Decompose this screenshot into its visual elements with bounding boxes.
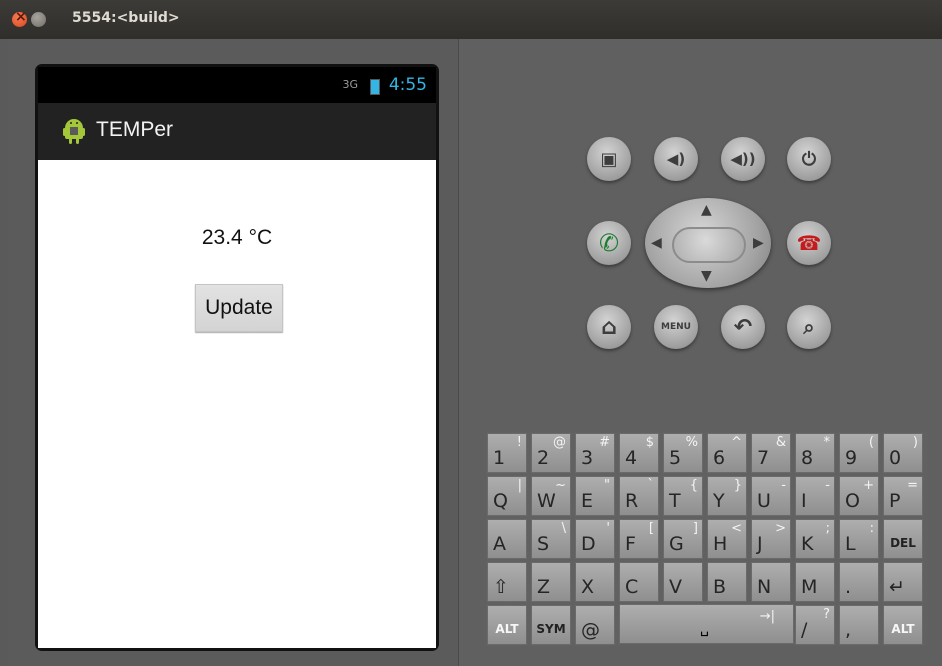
controls-panel: ▣ ◀) ◀)) ⏻ ✆ ▲ ▼ ◀ ▶ ☎ ⌂ MENU ↶ ⌕ 1! 2 @ … bbox=[459, 39, 942, 666]
temperature-value: 23.4 °C bbox=[201, 226, 273, 249]
key[interactable]: R ` bbox=[619, 476, 659, 516]
key[interactable]: W ~ bbox=[531, 476, 571, 516]
update-button[interactable]: Update bbox=[195, 284, 283, 332]
dpad-up-icon[interactable]: ▲ bbox=[701, 202, 712, 218]
dpad-right-icon[interactable]: ▶ bbox=[753, 235, 764, 251]
key[interactable]: U- bbox=[751, 476, 791, 516]
search-button[interactable]: ⌕ bbox=[787, 305, 831, 349]
key[interactable]: 6 ^ bbox=[707, 433, 747, 473]
minimize-window-button[interactable] bbox=[31, 12, 46, 27]
close-window-button[interactable] bbox=[12, 9, 27, 27]
volume-up-button[interactable]: ◀)) bbox=[721, 137, 765, 181]
key[interactable]: 3 # bbox=[575, 433, 615, 473]
back-icon: ↶ bbox=[733, 314, 753, 340]
app-content: 23.4 °C Update bbox=[38, 160, 436, 648]
key[interactable]: 7 & bbox=[751, 433, 791, 473]
home-icon: ⌂ bbox=[601, 314, 617, 340]
signal-icon: 3G bbox=[342, 78, 358, 91]
power-button[interactable]: ⏻ bbox=[787, 137, 831, 181]
app-title: TEMPer bbox=[96, 118, 174, 141]
key[interactable]: P = bbox=[883, 476, 923, 516]
key[interactable]: V bbox=[663, 562, 703, 602]
status-time: 4:55 bbox=[388, 75, 427, 95]
window-titlebar: 5554:<build> bbox=[0, 0, 942, 39]
key[interactable]: Q | bbox=[487, 476, 527, 516]
dpad-left-icon[interactable]: ◀ bbox=[651, 235, 662, 251]
comma-key[interactable]: , bbox=[839, 605, 879, 645]
android-app-icon bbox=[63, 119, 85, 144]
delete-key[interactable]: DEL bbox=[883, 519, 923, 559]
end-call-button[interactable]: ☎ bbox=[787, 221, 831, 265]
search-icon: ⌕ bbox=[803, 315, 815, 339]
key[interactable]: L: bbox=[839, 519, 879, 559]
key[interactable]: D ' bbox=[575, 519, 615, 559]
status-bar: 3G 4:55 bbox=[38, 67, 436, 103]
key[interactable]: O + bbox=[839, 476, 879, 516]
key[interactable]: F[ bbox=[619, 519, 659, 559]
volume-up-icon: ◀)) bbox=[730, 150, 756, 168]
volume-down-icon: ◀) bbox=[666, 150, 686, 168]
camera-button[interactable]: ▣ bbox=[587, 137, 631, 181]
period-key[interactable]: . bbox=[839, 562, 879, 602]
key[interactable]: H < bbox=[707, 519, 747, 559]
key[interactable]: 1! bbox=[487, 433, 527, 473]
battery-icon bbox=[370, 79, 380, 95]
device-panel: 3G 4:55 TEMPer 23.4 °C Update bbox=[8, 39, 459, 666]
camera-icon: ▣ bbox=[600, 148, 618, 170]
call-icon: ✆ bbox=[598, 229, 620, 257]
key[interactable]: S \ bbox=[531, 519, 571, 559]
alt-right-key[interactable]: ALT bbox=[883, 605, 923, 645]
key[interactable]: B bbox=[707, 562, 747, 602]
device-screen[interactable]: 3G 4:55 TEMPer 23.4 °C Update bbox=[35, 64, 439, 651]
dpad[interactable]: ▲ ▼ ◀ ▶ bbox=[645, 198, 771, 288]
key[interactable]: G] bbox=[663, 519, 703, 559]
key[interactable]: 2 @ bbox=[531, 433, 571, 473]
key[interactable]: J > bbox=[751, 519, 791, 559]
key[interactable]: Z bbox=[531, 562, 571, 602]
hardware-keyboard: 1! 2 @ 3 # 4 $ 5% 6 ^ 7 & 8 * 9( 0) Q | W ~ E " R… bbox=[486, 432, 928, 646]
alt-left-key[interactable]: ALT bbox=[487, 605, 527, 645]
action-bar: TEMPer bbox=[38, 103, 436, 160]
back-button[interactable]: ↶ bbox=[721, 305, 765, 349]
at-key[interactable]: @ bbox=[575, 605, 615, 645]
shift-key[interactable]: ⇧ bbox=[487, 562, 527, 602]
key[interactable]: 5% bbox=[663, 433, 703, 473]
key[interactable]: K; bbox=[795, 519, 835, 559]
menu-icon: MENU bbox=[661, 322, 691, 332]
key[interactable]: T{ bbox=[663, 476, 703, 516]
key[interactable]: M bbox=[795, 562, 835, 602]
key[interactable]: Y} bbox=[707, 476, 747, 516]
key[interactable]: E " bbox=[575, 476, 615, 516]
end-call-icon: ☎ bbox=[796, 231, 822, 255]
menu-button[interactable]: MENU bbox=[654, 305, 698, 349]
slash-key[interactable]: /? bbox=[795, 605, 835, 645]
key[interactable]: I- bbox=[795, 476, 835, 516]
key[interactable]: 0) bbox=[883, 433, 923, 473]
sym-key[interactable]: SYM bbox=[531, 605, 571, 645]
call-button[interactable]: ✆ bbox=[587, 221, 631, 265]
dpad-down-icon[interactable]: ▼ bbox=[701, 268, 712, 284]
volume-down-button[interactable]: ◀) bbox=[654, 137, 698, 181]
key[interactable]: X bbox=[575, 562, 615, 602]
dpad-center-button[interactable] bbox=[672, 227, 746, 263]
home-button[interactable]: ⌂ bbox=[587, 305, 631, 349]
enter-key[interactable]: ↵ bbox=[883, 562, 923, 602]
key[interactable]: N bbox=[751, 562, 791, 602]
window-title: 5554:<build> bbox=[72, 10, 180, 26]
key[interactable]: C bbox=[619, 562, 659, 602]
space-key[interactable]: ␣ →| bbox=[619, 604, 794, 644]
emulator-window: 3G 4:55 TEMPer 23.4 °C Update ▣ ◀) ◀)) ⏻… bbox=[8, 39, 942, 666]
power-icon: ⏻ bbox=[801, 148, 817, 170]
key[interactable]: 4 $ bbox=[619, 433, 659, 473]
key[interactable]: 8 * bbox=[795, 433, 835, 473]
key[interactable]: 9( bbox=[839, 433, 879, 473]
key[interactable]: A bbox=[487, 519, 527, 559]
